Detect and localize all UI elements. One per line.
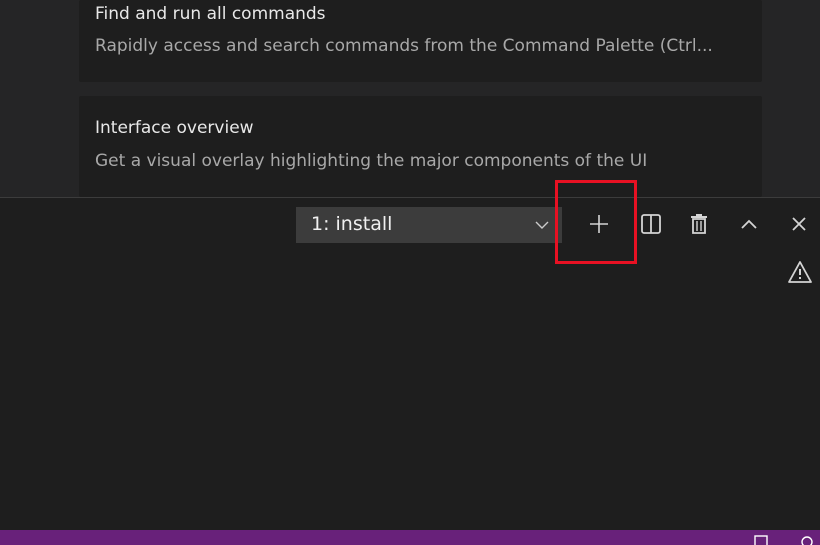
close-panel-button[interactable] — [785, 210, 813, 238]
walkthrough-item-description: Get a visual overlay highlighting the ma… — [95, 151, 648, 171]
chevron-down-icon — [535, 221, 549, 229]
warning-icon[interactable] — [787, 260, 813, 284]
status-bar — [0, 530, 820, 545]
split-terminal-button[interactable] — [637, 210, 665, 238]
walkthrough-area: Find and run all commands Rapidly access… — [0, 0, 820, 197]
walkthrough-item-commands[interactable]: Find and run all commands Rapidly access… — [79, 0, 762, 82]
notification-icon[interactable] — [800, 535, 814, 545]
close-icon — [792, 217, 806, 231]
trash-icon — [691, 214, 707, 234]
vscode-window: Find and run all commands Rapidly access… — [0, 0, 820, 545]
chevron-up-icon — [741, 219, 757, 229]
walkthrough-item-interface-overview[interactable]: Interface overview Get a visual overlay … — [79, 96, 762, 197]
walkthrough-item-title: Find and run all commands — [95, 4, 326, 24]
maximize-panel-button[interactable] — [735, 210, 763, 238]
terminal-select-dropdown[interactable]: 1: install — [296, 207, 562, 243]
walkthrough-item-title: Interface overview — [95, 118, 254, 138]
terminal-panel: 1: install — [0, 197, 820, 530]
terminal-select-value: 1: install — [311, 213, 393, 235]
annotation-highlight-box — [555, 180, 637, 264]
walkthrough-item-description: Rapidly access and search commands from … — [95, 36, 713, 56]
split-icon — [641, 214, 661, 234]
remote-icon[interactable] — [754, 535, 768, 545]
kill-terminal-button[interactable] — [685, 210, 713, 238]
